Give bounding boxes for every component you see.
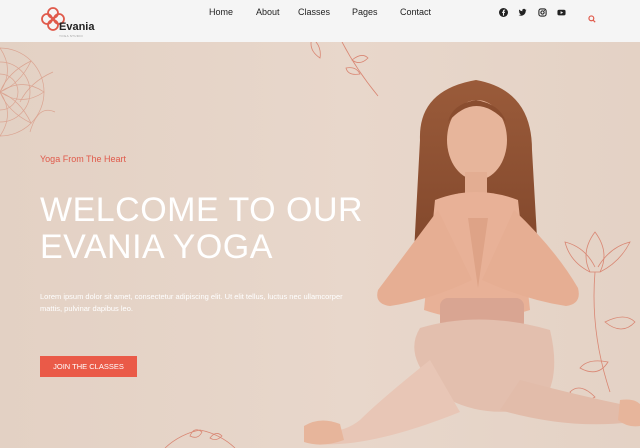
instagram-icon[interactable]: [538, 8, 547, 17]
nav-classes[interactable]: Classes: [298, 7, 330, 17]
youtube-icon[interactable]: [557, 8, 566, 17]
nav-about[interactable]: About: [256, 7, 280, 17]
nav-home[interactable]: Home: [209, 7, 233, 17]
brand-logo[interactable]: Evania YOGA STUDIO: [40, 6, 100, 38]
brand-name: Evania: [59, 21, 95, 33]
nav-pages[interactable]: Pages: [352, 7, 378, 17]
yoga-woman-image: [304, 80, 640, 445]
facebook-icon[interactable]: [499, 8, 508, 17]
hero-kicker: Yoga From The Heart: [40, 154, 127, 164]
search-icon[interactable]: [588, 15, 596, 23]
bottom-leaf-decoration: [164, 429, 236, 448]
join-classes-button[interactable]: JOIN THE CLASSES: [40, 356, 137, 377]
twitter-icon[interactable]: [518, 8, 527, 17]
nav-contact[interactable]: Contact: [400, 7, 431, 17]
site-header: Evania YOGA STUDIO Home About Classes Pa…: [0, 0, 640, 42]
brand-tagline: YOGA STUDIO: [59, 34, 83, 38]
